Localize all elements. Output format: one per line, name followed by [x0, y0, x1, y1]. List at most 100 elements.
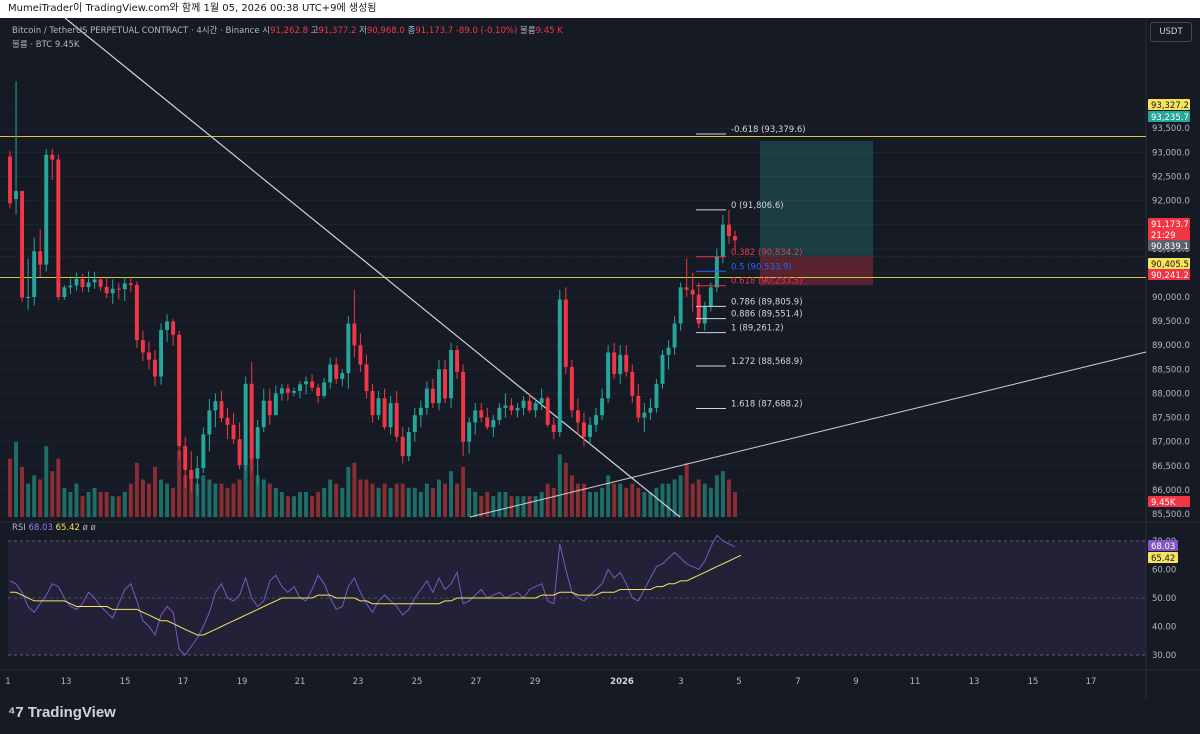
candle-body	[515, 407, 520, 411]
candle-body	[533, 403, 538, 411]
candle-body	[733, 236, 737, 241]
price-tag-label: 93,327.2	[1151, 101, 1189, 111]
candle-body	[600, 398, 605, 416]
candle-body	[68, 285, 73, 288]
volume-bar	[285, 496, 290, 517]
volume-bar	[690, 483, 695, 517]
candle-body	[654, 383, 659, 408]
volume-bar	[213, 483, 218, 517]
volume-bar	[412, 487, 417, 517]
tv-logo-icon: ⁴7	[8, 704, 24, 721]
price-tick-label: 87,500.0	[1152, 414, 1190, 424]
volume-bar	[310, 496, 315, 517]
fib-level-label: 0.786 (89,805.9)	[731, 297, 803, 307]
candle-body	[201, 434, 206, 469]
candle-body	[436, 369, 441, 404]
price-tick-label: 92,500.0	[1152, 172, 1190, 182]
candle-body	[594, 415, 599, 425]
volume-bar	[515, 496, 520, 517]
volume-bar	[551, 487, 556, 517]
volume-bar	[159, 479, 164, 517]
volume-bar	[267, 483, 272, 517]
time-tick-label: 15	[120, 677, 131, 687]
volume-bar	[171, 487, 176, 517]
candle-body	[231, 424, 236, 440]
candle-body	[267, 400, 272, 416]
candle-body	[690, 289, 695, 295]
volume-bar	[14, 442, 19, 517]
low-value: 90,968.0	[366, 26, 405, 36]
volume-bar	[201, 475, 206, 517]
candle-body	[116, 288, 121, 290]
volume-bar	[702, 483, 707, 517]
rsi-tick-label: 60.00	[1152, 566, 1176, 576]
change-value: -89.0 (-0.10%)	[455, 26, 518, 36]
price-chart[interactable]: -0.618 (93,379.6) 0 (91,806.6) 0.382 (90,8…	[0, 18, 1200, 700]
candle-body	[382, 398, 387, 428]
candle-body	[110, 288, 115, 294]
candle-body	[630, 371, 635, 396]
volume-bar	[140, 479, 145, 517]
candle-body	[249, 383, 254, 459]
volume-bar	[273, 487, 278, 517]
volume-bar	[38, 479, 43, 517]
open-value: 91,262.8	[270, 26, 308, 36]
footer	[0, 700, 1200, 734]
volume-bar	[116, 496, 121, 517]
volume-bar	[430, 487, 435, 517]
low-label: 저	[359, 26, 367, 36]
candle-body	[140, 340, 145, 353]
volume-bar	[533, 496, 538, 517]
candle-body	[449, 350, 454, 399]
high-value: 91,377.2	[318, 26, 357, 36]
volume-bar	[588, 492, 592, 517]
candle-body	[322, 382, 327, 396]
volume-bar	[146, 483, 151, 517]
candle-body	[219, 401, 224, 419]
symbol-name: Bitcoin / TetherUS PERPETUAL CONTRACT · …	[12, 26, 260, 36]
currency-button[interactable]: USDT	[1150, 22, 1192, 42]
candle-body	[50, 154, 55, 160]
price-tag-label: 90,405.5	[1151, 260, 1189, 270]
price-tick-label: 92,000.0	[1152, 197, 1190, 207]
candle-body	[62, 287, 67, 297]
volume-bar	[56, 458, 61, 517]
candle-body	[473, 410, 478, 423]
rsi-tag-label: 68.03	[1151, 542, 1175, 552]
fib-level-label: 1 (89,261.2)	[731, 324, 784, 334]
candle-body	[588, 424, 592, 437]
candle-body	[44, 154, 49, 265]
candle-body	[430, 388, 435, 404]
volume-bar	[527, 496, 532, 517]
candle-body	[606, 352, 611, 399]
candle-body	[666, 347, 671, 355]
volume-bar	[714, 475, 719, 517]
price-tick-label: 85,500.0	[1152, 510, 1190, 520]
volume-bar	[50, 471, 55, 517]
price-tag-label: 9.45K	[1151, 498, 1176, 508]
candle-body	[624, 354, 629, 372]
candle-body	[424, 388, 429, 408]
rsi-tick-label: 40.00	[1152, 623, 1176, 633]
volume-bar	[32, 475, 37, 517]
candle-body	[364, 364, 369, 392]
volume-bar	[654, 487, 659, 517]
volume-bar	[128, 483, 133, 517]
candle-body	[557, 299, 562, 433]
price-tick-label: 88,000.0	[1152, 389, 1190, 399]
time-tick-label: 5	[736, 677, 741, 687]
candle-body	[678, 287, 683, 324]
candle-body	[146, 352, 151, 360]
candle-body	[298, 384, 302, 392]
candle-body	[122, 283, 127, 290]
high-label: 고	[310, 26, 319, 36]
volume-bar	[708, 487, 713, 517]
candle-body	[648, 407, 653, 413]
price-tick-label: 90,000.0	[1152, 293, 1190, 303]
candle-body	[708, 287, 713, 307]
time-tick-label: 21	[295, 677, 306, 687]
candle-body	[26, 297, 31, 298]
candle-body	[479, 410, 484, 418]
volume-bar	[207, 479, 212, 517]
volume-bar	[497, 492, 502, 517]
